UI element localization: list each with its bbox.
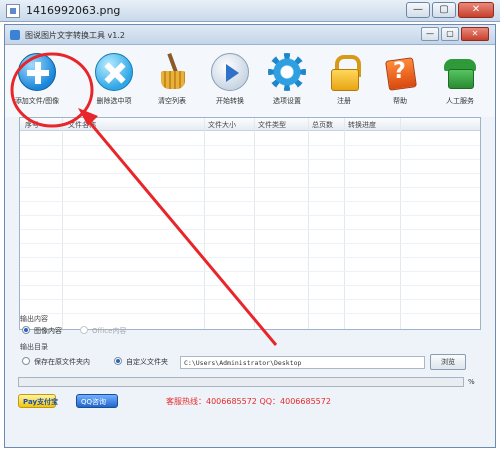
broom-icon [153,53,191,91]
row-divider [20,313,480,314]
app-titlebar: 图说图片文字转换工具 v1.2 — ▢ ✕ [5,25,495,45]
outer-window-controls: — ▢ ✕ [406,2,494,18]
app-minimize-button[interactable]: — [421,27,439,41]
custom-folder-radio[interactable] [114,357,122,365]
delete-icon [95,53,133,91]
register-label: 注册 [337,97,351,105]
close-button[interactable]: ✕ [458,2,494,18]
gear-icon [268,53,306,91]
column-file-type[interactable]: 文件类型 [258,120,286,130]
column-divider [308,118,309,329]
row-divider [20,229,480,230]
qq-consult-button[interactable]: QQ咨询 [76,394,118,408]
add-file-label: 添加文件/图像 [14,97,60,105]
add-file-button[interactable]: 添加文件/图像 [10,53,64,113]
custom-folder-label: 自定义文件夹 [126,358,168,366]
manual-service-label: 人工服务 [446,97,474,105]
lock-icon [325,53,363,91]
clear-list-button[interactable]: 清空列表 [145,53,199,113]
recognition-section-label: 输出内容 [20,315,48,323]
maximize-button[interactable]: ▢ [432,2,456,18]
row-divider [20,159,480,160]
row-divider [20,201,480,202]
toolbar: 添加文件/图像 删除选中项 清空列表 开始转换 选项设置 注册 帮助 人工服务 [5,45,495,117]
row-divider [20,215,480,216]
row-divider [20,243,480,244]
row-divider [20,271,480,272]
progress-percent: % [468,378,475,386]
settings-button[interactable]: 选项设置 [260,53,314,113]
start-convert-label: 开始转换 [216,97,244,105]
app-maximize-button[interactable]: ▢ [441,27,459,41]
row-divider [20,257,480,258]
start-convert-button[interactable]: 开始转换 [203,53,257,113]
browse-button[interactable]: 浏览 [430,354,466,370]
column-divider [204,118,205,329]
add-icon [18,53,56,91]
file-list[interactable]: 序号 文件名称 文件大小 文件类型 总页数 转换进度 [19,117,481,330]
delete-selected-button[interactable]: 删除选中项 [87,53,141,113]
column-divider [400,118,401,329]
play-icon [211,53,249,91]
output-path-field[interactable]: C:\Users\Administrator\Desktop [180,356,425,369]
save-original-folder-radio[interactable] [22,357,30,365]
column-file-name[interactable]: 文件名称 [68,120,96,130]
column-progress[interactable]: 转换进度 [348,120,376,130]
help-label: 帮助 [393,97,407,105]
delete-selected-label: 删除选中项 [96,97,132,105]
conversion-progress-bar [18,377,464,387]
row-divider [20,173,480,174]
app-window-title: 图说图片文字转换工具 v1.2 [25,31,125,40]
outer-window-title: 1416992063.png [26,4,121,17]
image-content-label: 图像内容 [34,327,62,335]
settings-label: 选项设置 [273,97,301,105]
clear-list-label: 清空列表 [158,97,186,105]
office-content-radio[interactable] [80,326,88,334]
column-divider [62,118,63,329]
save-original-folder-label: 保存在原文件夹内 [34,358,90,366]
outer-titlebar: 1416992063.png — ▢ ✕ [0,0,500,22]
help-button[interactable]: 帮助 [373,53,427,113]
column-index[interactable]: 序号 [25,120,39,130]
register-button[interactable]: 注册 [317,53,371,113]
support-contact: 客服热线：4006685572 QQ：4006685572 [166,397,331,406]
minimize-button[interactable]: — [406,2,430,18]
output-section-label: 输出目录 [20,343,48,351]
row-divider [20,187,480,188]
help-icon [381,53,419,91]
column-divider [254,118,255,329]
phone-icon [441,53,479,91]
app-close-button[interactable]: ✕ [461,27,489,41]
image-content-radio[interactable] [22,326,30,334]
row-divider [20,145,480,146]
column-file-size[interactable]: 文件大小 [208,120,236,130]
alipay-badge[interactable]: Pay支付宝 [18,394,58,408]
column-divider [344,118,345,329]
app-logo-icon [10,30,20,40]
row-divider [20,285,480,286]
file-list-header: 序号 文件名称 文件大小 文件类型 总页数 转换进度 [20,118,480,131]
image-file-icon [6,4,20,18]
office-content-label: Office内容 [92,327,127,335]
row-divider [20,299,480,300]
manual-service-button[interactable]: 人工服务 [433,53,487,113]
column-page-count[interactable]: 总页数 [312,120,333,130]
app-window-controls: — ▢ ✕ [421,27,489,41]
